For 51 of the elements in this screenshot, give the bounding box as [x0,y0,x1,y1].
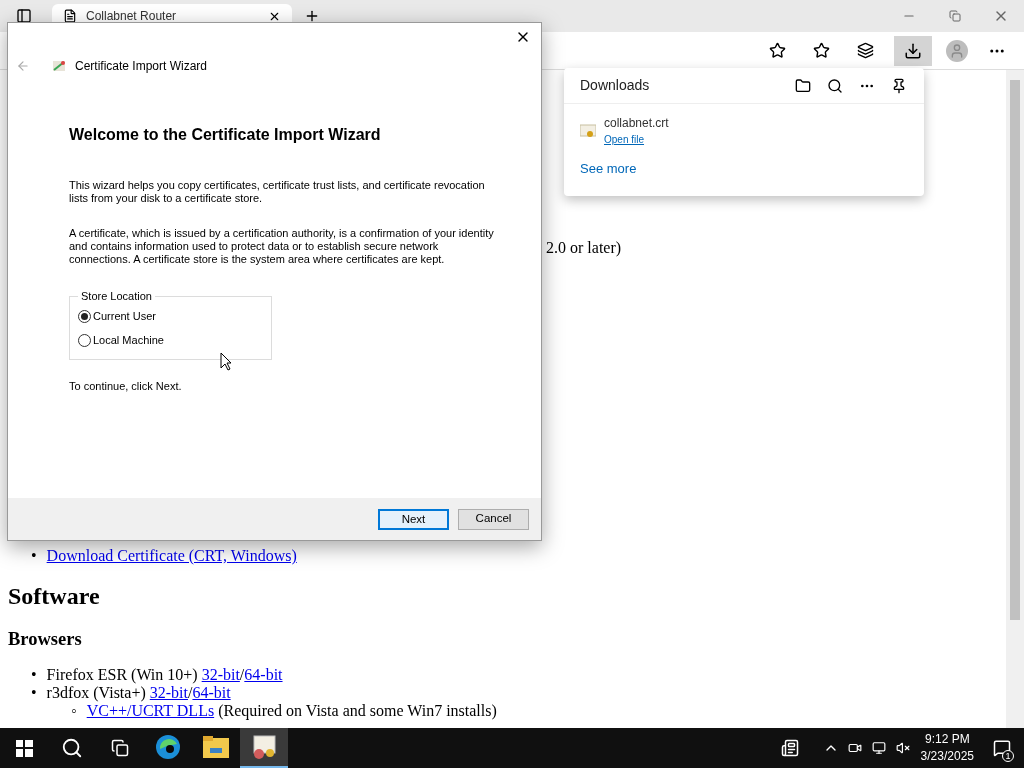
radio-option[interactable]: Current User [78,304,156,329]
dialog-button[interactable]: Next [378,508,449,530]
clock-date[interactable]: 3/23/2025 [920,748,974,765]
bullet: • [31,546,37,566]
download-icon[interactable] [894,35,932,66]
certificate-icon[interactable] [251,734,277,760]
notification-count: 1 [1002,750,1014,762]
wizard-heading: Welcome to the Certificate Import Wizard [69,125,381,145]
profile-icon[interactable] [946,39,968,62]
link[interactable]: 32-bit [201,665,240,683]
link[interactable]: 32-bit [149,683,188,701]
notifications-button[interactable]: 1 [980,728,1024,768]
taskbar-app[interactable] [240,728,288,768]
group-label: Store Location [80,289,153,304]
paragraph: A certificate, which is issued by a certification authority, is a confirmation of your identity and contains information used to protect data or to establish secure network connections. A certificate store is the system area where certificates are kept. [69,227,495,266]
wizard-icon [51,58,67,74]
mouse-cursor [220,352,232,371]
browser-icon[interactable] [155,734,181,760]
file-name: collabnet.crt [604,115,669,132]
certificate-file-icon [580,123,596,138]
search-icon[interactable] [826,76,844,95]
text-line: 2.0 or later) [546,238,622,259]
scrollbar[interactable] [1006,70,1024,728]
folder-icon[interactable] [203,736,229,758]
radio-option[interactable]: Local Machine [78,328,164,353]
bullet: ◦ [71,701,77,720]
list-text: Firefox ESR (Win 10+) [46,665,198,683]
link[interactable]: Download Certificate (CRT, Windows) [46,544,297,568]
link[interactable]: 64-bit [244,665,283,683]
bullet: • [31,683,37,702]
dialog-button[interactable]: Cancel [458,508,529,530]
folder-icon[interactable] [794,76,812,95]
dialog-title: Certificate Import Wizard [75,58,208,75]
hint-text: To continue, click Next. [69,378,182,394]
separator: / [239,665,245,683]
see-more-link[interactable]: See more [580,159,637,179]
section-heading: Software [8,582,100,611]
clock-time[interactable]: 9:12 PM [924,731,970,748]
subsection-heading: Browsers [8,628,82,651]
list-text: r3dfox (Vista+) [46,683,146,701]
page-icon [62,8,78,24]
open-file-link[interactable]: Open file [604,132,645,147]
paragraph: This wizard helps you copy certificates, certificate trust lists, and certificate revocation lists from your disk to a certificate store. [69,179,486,205]
panel-title: Downloads [580,76,651,95]
link[interactable]: 64-bit [192,683,231,701]
list-text: (Required on Vista and some Win7 installs) [218,701,497,719]
tab-title: Collabnet Router [86,8,178,24]
separator: / [188,683,193,701]
bullet: • [31,665,37,684]
notifications-icon [993,739,1011,757]
link[interactable]: VC++/UCRT DLLs [86,701,215,719]
